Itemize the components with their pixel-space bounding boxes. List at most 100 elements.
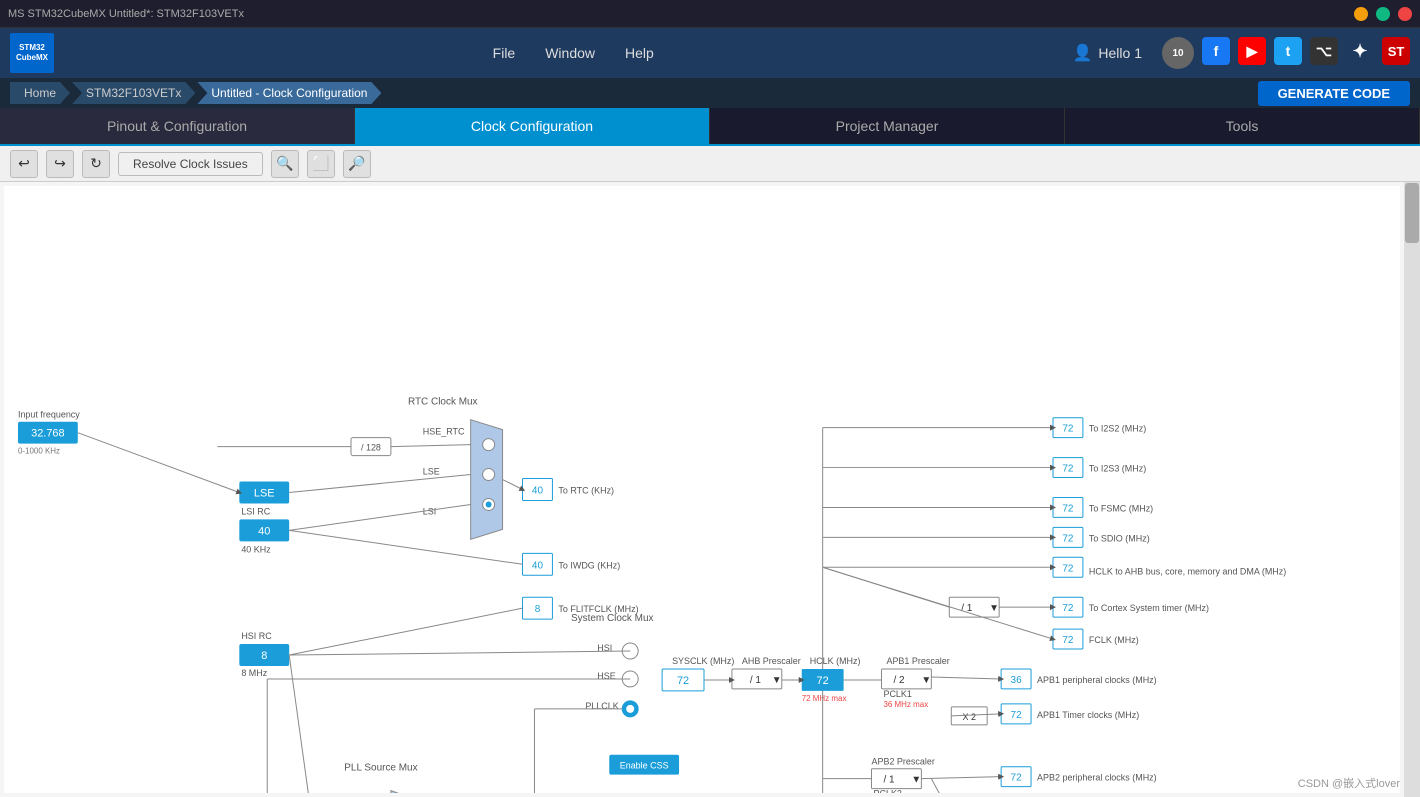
breadcrumb-device[interactable]: STM32F103VETx bbox=[72, 82, 195, 104]
facebook-icon[interactable]: f bbox=[1202, 37, 1230, 65]
line-apb1-timer bbox=[951, 714, 1001, 716]
hsi-val-text: 8 bbox=[261, 650, 267, 662]
hse128-text: / 128 bbox=[361, 443, 381, 453]
pclk2-label: PCLK2 bbox=[874, 789, 902, 793]
rtc-mux-selector-lse[interactable] bbox=[483, 469, 495, 481]
resolve-clock-button[interactable]: Resolve Clock Issues bbox=[118, 152, 263, 176]
fclk-label: FCLK (MHz) bbox=[1089, 635, 1139, 645]
apb1-presc-arrow: ▼ bbox=[921, 675, 931, 686]
line-mux-rtc bbox=[503, 480, 523, 490]
refresh-button[interactable]: ↻ bbox=[82, 150, 110, 178]
version-icon: 10 bbox=[1162, 37, 1194, 69]
breadcrumb-bar: Home STM32F103VETx Untitled - Clock Conf… bbox=[0, 78, 1420, 108]
hclk-label: HCLK (MHz) bbox=[810, 656, 861, 666]
apb1-periph-value: 36 bbox=[1011, 675, 1023, 686]
to-i2s3-value: 72 bbox=[1062, 464, 1074, 475]
zoom-out-button[interactable]: 🔎 bbox=[343, 150, 371, 178]
line-lsi-mux bbox=[289, 504, 470, 530]
lsi-val-text: 40 bbox=[258, 525, 270, 537]
vertical-scrollbar[interactable] bbox=[1404, 182, 1420, 797]
undo-button[interactable]: ↩ bbox=[10, 150, 38, 178]
twitter-icon[interactable]: t bbox=[1274, 37, 1302, 65]
watermark: CSDN @嵌入式lover bbox=[1298, 775, 1400, 791]
maximize-button[interactable] bbox=[1376, 7, 1390, 21]
line-apb1-periph bbox=[931, 677, 1001, 679]
enable-css-text: Enable CSS bbox=[620, 761, 669, 771]
zoom-in-button[interactable]: 🔍 bbox=[271, 150, 299, 178]
apb1-presc-value: / 2 bbox=[893, 675, 905, 686]
title-text: MS STM32CubeMX Untitled*: STM32F103VETx bbox=[8, 8, 244, 20]
apb1-timer-value: 72 bbox=[1011, 710, 1023, 721]
social-icons: 10 f ▶ t ⌥ ✦ ST bbox=[1162, 37, 1410, 69]
lse-text: LSE bbox=[254, 487, 275, 499]
hclk-ahb-value: 72 bbox=[1062, 563, 1074, 574]
user-area: 👤 Hello 1 bbox=[1072, 43, 1142, 63]
lsi-khz-label: 40 KHz bbox=[241, 544, 271, 554]
window-menu[interactable]: Window bbox=[545, 45, 595, 61]
file-menu[interactable]: File bbox=[493, 45, 516, 61]
title-bar: MS STM32CubeMX Untitled*: STM32F103VETx bbox=[0, 0, 1420, 28]
main-area: Input frequency 32.768 0-1000 KHz LSE LS… bbox=[0, 182, 1420, 797]
scrollbar-thumb[interactable] bbox=[1405, 183, 1419, 243]
rtc-mux-selector-hse[interactable] bbox=[483, 439, 495, 451]
to-fsmc-value: 72 bbox=[1062, 503, 1074, 514]
breadcrumb-current[interactable]: Untitled - Clock Configuration bbox=[197, 82, 381, 104]
to-iwdg-value: 40 bbox=[532, 560, 544, 571]
st-logo[interactable]: ST bbox=[1382, 37, 1410, 65]
to-rtc-label: To RTC (KHz) bbox=[558, 485, 614, 495]
hclk-ahb-label: HCLK to AHB bus, core, memory and DMA (M… bbox=[1089, 566, 1286, 576]
menu-bar: STM32CubeMX File Window Help 👤 Hello 1 1… bbox=[0, 28, 1420, 78]
to-fsmc-label: To FSMC (MHz) bbox=[1089, 503, 1153, 513]
ahb-presc-label: AHB Prescaler bbox=[742, 656, 801, 666]
apb2-presc-arrow: ▼ bbox=[911, 775, 921, 786]
to-cortex-label: To Cortex System timer (MHz) bbox=[1089, 603, 1209, 613]
apb1-periph-label: APB1 peripheral clocks (MHz) bbox=[1037, 675, 1157, 685]
help-menu[interactable]: Help bbox=[625, 45, 654, 61]
cortex-div-arrow: ▼ bbox=[989, 603, 999, 614]
breadcrumb-home[interactable]: Home bbox=[10, 82, 70, 104]
hclk-value: 72 bbox=[817, 675, 829, 687]
redo-button[interactable]: ↪ bbox=[46, 150, 74, 178]
github-icon[interactable]: ⌥ bbox=[1310, 37, 1338, 65]
lse-mux-label: LSE bbox=[423, 467, 440, 477]
hclk-max: 72 MHz max bbox=[802, 694, 847, 703]
generate-code-button[interactable]: GENERATE CODE bbox=[1258, 81, 1410, 106]
line-lsi-iwdg bbox=[289, 530, 522, 564]
to-sdio-value: 72 bbox=[1062, 533, 1074, 544]
to-sdio-label: To SDIO (MHz) bbox=[1089, 533, 1150, 543]
line-hsi-sys bbox=[289, 651, 630, 655]
tab-bar: Pinout & Configuration Clock Configurati… bbox=[0, 108, 1420, 146]
lsi-rc-label: LSI RC bbox=[241, 506, 270, 516]
to-iwdg-label: To IWDG (KHz) bbox=[558, 560, 620, 570]
pllclk-sys-label: PLLCLK bbox=[585, 701, 618, 711]
line-apb2-periph bbox=[921, 777, 1001, 779]
tab-tools[interactable]: Tools bbox=[1065, 108, 1420, 144]
fit-button[interactable]: ⬜ bbox=[307, 150, 335, 178]
minimize-button[interactable] bbox=[1354, 7, 1368, 21]
ahb-presc-arrow: ▼ bbox=[772, 675, 782, 686]
apb2-presc-label: APB2 Prescaler bbox=[872, 757, 935, 767]
line-128-mux bbox=[391, 445, 471, 447]
tab-clock[interactable]: Clock Configuration bbox=[355, 108, 710, 144]
tab-pinout[interactable]: Pinout & Configuration bbox=[0, 108, 355, 144]
input-freq1-range: 0-1000 KHz bbox=[18, 447, 60, 456]
pclk1-label: PCLK1 bbox=[883, 689, 911, 699]
network-icon[interactable]: ✦ bbox=[1346, 37, 1374, 65]
logo-box: STM32CubeMX bbox=[10, 33, 54, 73]
clock-diagram: Input frequency 32.768 0-1000 KHz LSE LS… bbox=[4, 186, 1400, 793]
input-freq1-label: Input frequency bbox=[18, 410, 80, 420]
sysclk-label-top: SYSCLK (MHz) bbox=[672, 656, 734, 666]
user-name: Hello 1 bbox=[1098, 45, 1142, 61]
hsi-mhz-label: 8 MHz bbox=[241, 668, 267, 678]
apb2-periph-value: 72 bbox=[1011, 773, 1023, 784]
sysclk-value: 72 bbox=[677, 675, 689, 687]
logo-area: STM32CubeMX bbox=[10, 33, 54, 73]
youtube-icon[interactable]: ▶ bbox=[1238, 37, 1266, 65]
apb1-presc-label: APB1 Prescaler bbox=[886, 656, 949, 666]
to-i2s2-label: To I2S2 (MHz) bbox=[1089, 424, 1146, 434]
to-flitf-value: 8 bbox=[535, 604, 541, 615]
tab-project[interactable]: Project Manager bbox=[710, 108, 1065, 144]
fclk-value: 72 bbox=[1062, 635, 1074, 646]
close-button[interactable] bbox=[1398, 7, 1412, 21]
line-input1-lse bbox=[78, 433, 240, 493]
